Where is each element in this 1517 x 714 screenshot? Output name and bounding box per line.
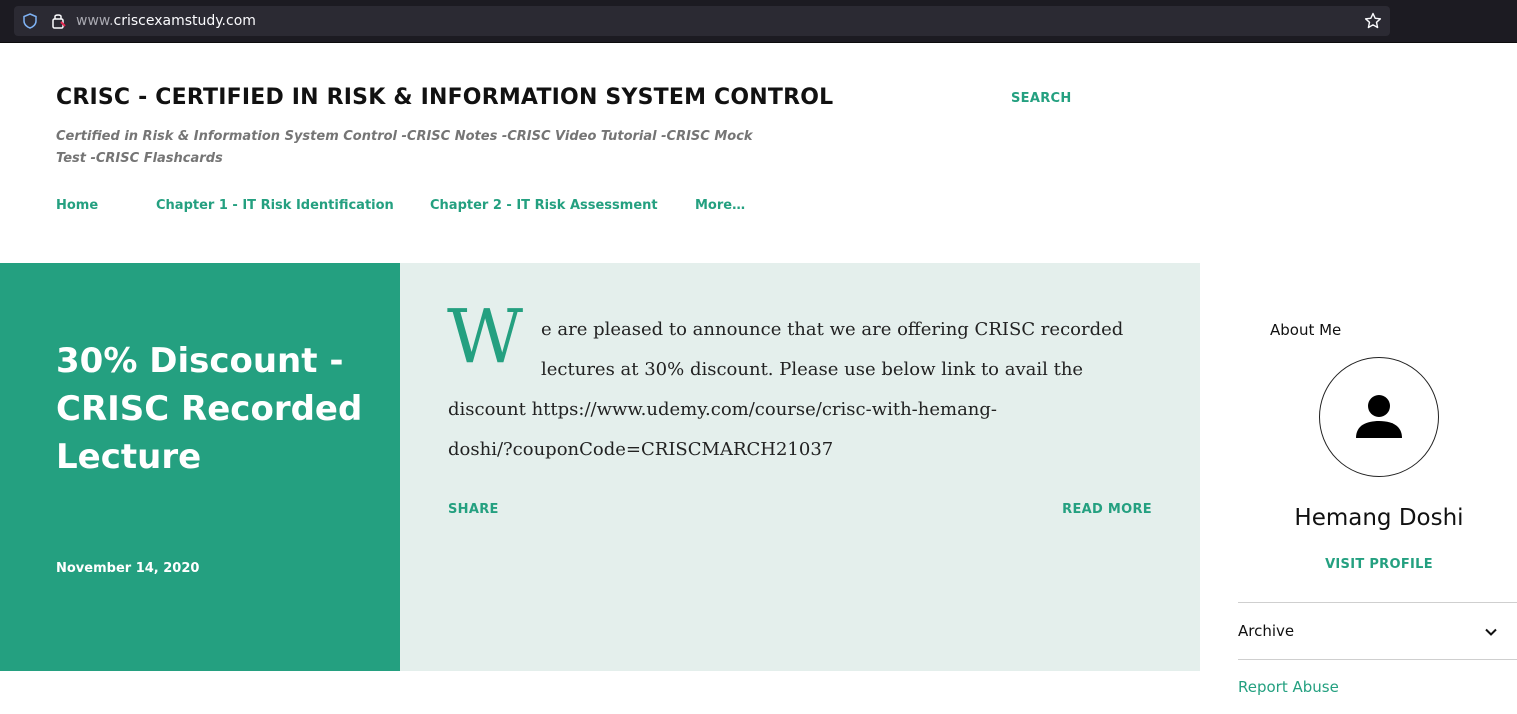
url-domain: criscexamstudy.com (113, 13, 256, 29)
about-me-heading: About Me (1270, 321, 1342, 339)
shield-icon[interactable] (22, 13, 38, 33)
read-more-button[interactable]: READ MORE (1062, 502, 1152, 517)
star-icon[interactable] (1364, 12, 1382, 34)
share-button[interactable]: SHARE (448, 502, 499, 517)
search-button[interactable]: SEARCH (1011, 91, 1072, 106)
chevron-down-icon[interactable] (1484, 624, 1498, 643)
post-snippet-line: lectures at 30% discount. Please use bel… (541, 359, 1084, 380)
nav-item-chapter-1[interactable]: Chapter 1 - IT Risk Identification (156, 198, 394, 213)
nav-item-more[interactable]: More… (695, 198, 745, 213)
post-snippet-line: doshi/?couponCode=CRISCMARCH21037 (448, 439, 834, 460)
avatar[interactable] (1319, 357, 1439, 477)
archive-label[interactable]: Archive (1238, 622, 1294, 640)
post-snippet-line: e are pleased to announce that we are of… (541, 319, 1124, 340)
visit-profile-button[interactable]: VISIT PROFILE (1238, 557, 1517, 572)
site-title[interactable]: CRISC - CERTIFIED IN RISK & INFORMATION … (56, 85, 833, 110)
browser-toolbar: www.criscexamstudy.com (0, 0, 1517, 43)
url-bar[interactable]: www.criscexamstudy.com (14, 6, 1390, 36)
site-description: Certified in Risk & Information System C… (56, 129, 753, 166)
post-date[interactable]: November 14, 2020 (56, 561, 199, 576)
profile-name[interactable]: Hemang Doshi (1238, 505, 1517, 531)
url-prefix: www. (76, 13, 114, 29)
post-title[interactable]: 30% Discount - CRISC Recorded Lecture (56, 337, 376, 481)
divider (1238, 602, 1517, 603)
post-snippet-line: discount https://www.udemy.com/course/cr… (448, 399, 998, 420)
url-text[interactable]: www.criscexamstudy.com (76, 13, 256, 29)
person-icon (1356, 395, 1402, 438)
nav-item-chapter-2[interactable]: Chapter 2 - IT Risk Assessment (430, 198, 658, 213)
lock-icon[interactable] (50, 12, 66, 34)
divider (1238, 659, 1517, 660)
nav-item-home[interactable]: Home (56, 198, 98, 213)
post-dropcap: W (447, 294, 524, 380)
report-abuse-link[interactable]: Report Abuse (1238, 678, 1339, 696)
